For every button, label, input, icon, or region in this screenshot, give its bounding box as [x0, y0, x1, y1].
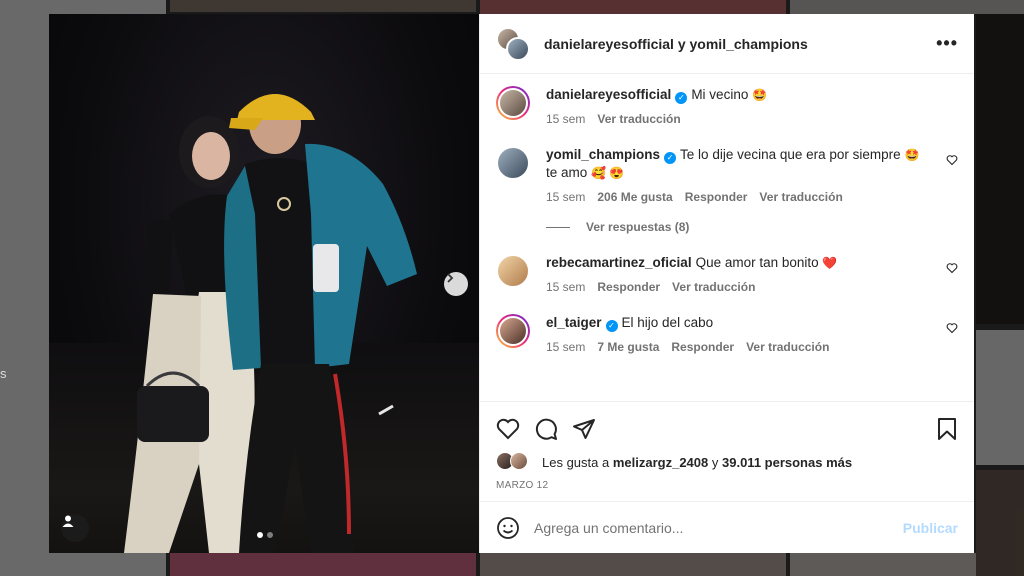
translate-link[interactable]: Ver traducción — [672, 280, 755, 294]
comment-username[interactable]: el_taiger — [546, 315, 602, 330]
replies-divider — [546, 226, 570, 228]
collab-avatars[interactable] — [496, 26, 530, 61]
liker-avatars — [496, 452, 536, 472]
view-replies-button[interactable]: Ver respuestas (8) — [546, 220, 958, 234]
verified-icon: ✓ — [664, 152, 677, 164]
reply-button[interactable]: Responder — [597, 280, 660, 294]
carousel-dot-active — [257, 532, 263, 538]
comment-text: Te lo dije vecina que era por siempre — [680, 147, 901, 162]
heart-icon[interactable] — [496, 417, 520, 441]
comment-text-line2: te amo — [546, 165, 588, 180]
caption-emoji: 🤩 — [752, 88, 768, 102]
chevron-right-icon — [447, 273, 454, 283]
avatar[interactable] — [496, 314, 530, 348]
heart-icon[interactable] — [946, 154, 958, 166]
translate-link[interactable]: Ver traducción — [597, 112, 680, 126]
comment-text: El hijo del cabo — [621, 315, 714, 330]
post-header: danielareyesofficial y yomil_champions •… — [480, 14, 974, 74]
comment-emoji: 🥰 😍 — [591, 166, 625, 180]
post-date: MARZO 12 — [496, 480, 549, 491]
comment: yomil_champions ✓ Te lo dije vecina que er… — [496, 146, 958, 204]
reply-button[interactable]: Responder — [685, 190, 748, 204]
translate-link[interactable]: Ver traducción — [759, 190, 842, 204]
verified-icon: ✓ — [675, 92, 688, 104]
bookmark-icon[interactable] — [936, 417, 958, 441]
caption-text: Mi vecino — [691, 87, 749, 102]
comment-likes[interactable]: 7 Me gusta — [597, 340, 659, 354]
post-side-panel: danielareyesofficial y yomil_champions •… — [479, 14, 974, 553]
background-partial-text: s — [0, 366, 7, 381]
heart-icon[interactable] — [946, 262, 958, 274]
comments-list: danielareyesofficial ✓ Mi vecino 🤩 15 sem … — [480, 74, 974, 401]
comment-time[interactable]: 15 sem — [546, 190, 585, 204]
avatar[interactable] — [496, 86, 530, 120]
comment: el_taiger ✓ El hijo del cabo 15 sem 7 Me g… — [496, 314, 958, 354]
emoji-icon[interactable] — [496, 516, 520, 540]
comment-text: Que amor tan bonito — [695, 255, 819, 270]
comment: rebecamartinez_oficial Que amor tan bonit… — [496, 254, 958, 294]
add-comment-bar: Agrega un comentario... Publicar — [480, 501, 974, 553]
post-modal: danielareyesofficial y yomil_champions •… — [49, 14, 974, 553]
likes-join: y — [711, 454, 719, 470]
user-tag-icon — [62, 515, 74, 527]
comment-time[interactable]: 15 sem — [546, 280, 585, 294]
post-authors[interactable]: danielareyesofficial y yomil_champions — [544, 36, 936, 52]
heart-icon[interactable] — [946, 322, 958, 334]
verified-icon: ✓ — [605, 320, 618, 332]
next-photo-button[interactable] — [444, 272, 468, 296]
avatar[interactable] — [496, 146, 530, 180]
comment-icon[interactable] — [534, 417, 558, 441]
translate-link[interactable]: Ver traducción — [746, 340, 829, 354]
caption-username[interactable]: danielareyesofficial — [546, 87, 671, 102]
avatar[interactable] — [496, 254, 530, 288]
reply-button[interactable]: Responder — [671, 340, 734, 354]
likes-prefix: Les gusta a — [542, 454, 610, 470]
comment-input[interactable]: Agrega un comentario... — [534, 520, 903, 536]
photo-illustration — [124, 94, 417, 553]
comment-emoji: 🤩 — [904, 148, 920, 162]
comment-username[interactable]: rebecamartinez_oficial — [546, 255, 692, 270]
likes-user[interactable]: melizargz_2408 — [613, 455, 708, 470]
view-replies-label: Ver respuestas (8) — [586, 220, 690, 234]
post-photo[interactable] — [49, 14, 479, 553]
carousel-dot — [267, 532, 273, 538]
post-actions: Les gusta a melizargz_2408 y 39.011 pers… — [480, 401, 974, 501]
more-icon[interactable]: ••• — [936, 33, 958, 54]
likes-count[interactable]: 39.011 personas más — [722, 455, 852, 470]
caption: danielareyesofficial ✓ Mi vecino 🤩 15 sem … — [496, 86, 958, 126]
publish-button[interactable]: Publicar — [903, 520, 958, 536]
comment-username[interactable]: yomil_champions — [546, 147, 660, 162]
comment-emoji: ❤️ — [822, 256, 838, 270]
share-icon[interactable] — [572, 417, 596, 441]
carousel-indicator — [257, 532, 273, 538]
likes-summary[interactable]: Les gusta a melizargz_2408 y 39.011 pers… — [496, 452, 958, 472]
avatar — [506, 36, 530, 61]
tagged-users-button[interactable] — [61, 514, 89, 542]
caption-time[interactable]: 15 sem — [546, 112, 585, 126]
avatar — [510, 452, 528, 470]
comment-likes[interactable]: 206 Me gusta — [597, 190, 672, 204]
comment-time[interactable]: 15 sem — [546, 340, 585, 354]
